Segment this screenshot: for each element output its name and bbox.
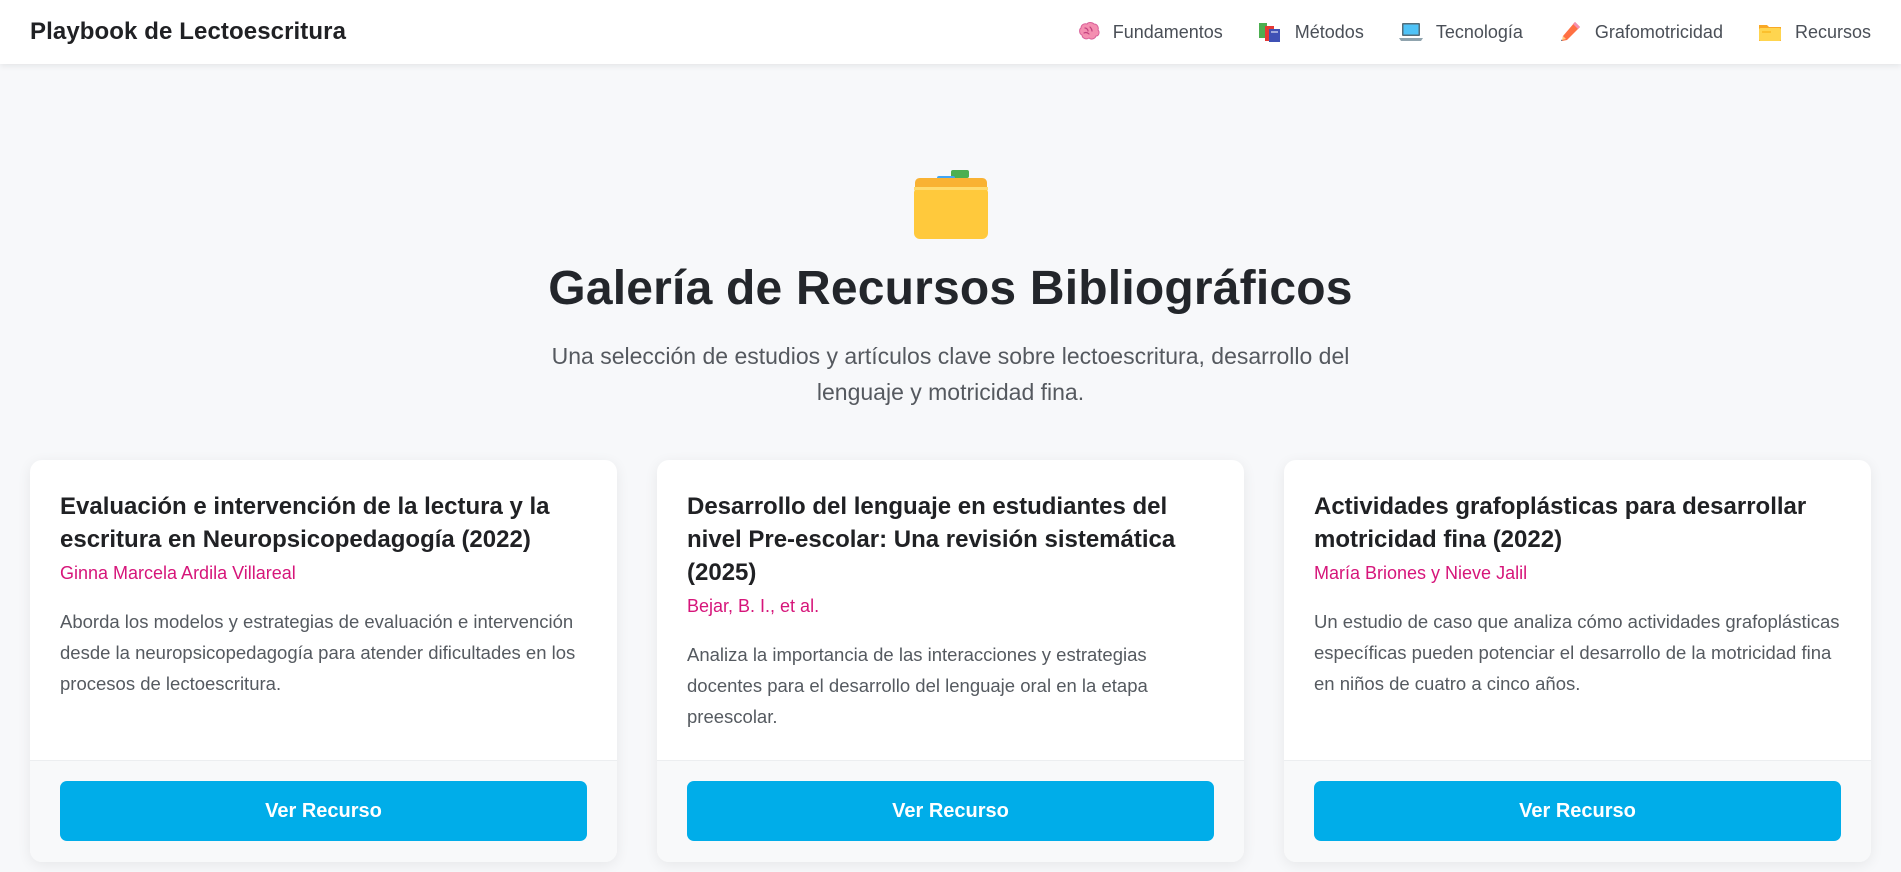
view-resource-button[interactable]: Ver Recurso xyxy=(1314,781,1841,841)
resource-card: Actividades grafoplásticas para desarrol… xyxy=(1284,460,1871,862)
card-footer: Ver Recurso xyxy=(30,760,617,862)
resource-gallery: Evaluación e intervención de la lectura … xyxy=(30,460,1871,862)
hero-section: Galería de Recursos Bibliográficos Una s… xyxy=(0,165,1901,410)
resource-card: Desarrollo del lenguaje en estudiantes d… xyxy=(657,460,1244,862)
card-description: Aborda los modelos y estrategias de eval… xyxy=(60,611,576,694)
nav-item-recursos[interactable]: Recursos xyxy=(1757,19,1871,45)
folder-icon xyxy=(1757,19,1783,45)
card-author: María Briones y Nieve Jalil xyxy=(1314,563,1528,583)
nav-label-fundamentos: Fundamentos xyxy=(1112,21,1223,42)
card-description: Un estudio de caso que analiza cómo acti… xyxy=(1314,611,1840,694)
main-nav: Fundamentos Métodos Tecnología Grafomotr… xyxy=(1075,19,1871,45)
card-title: Evaluación e intervención de la lectura … xyxy=(60,493,550,553)
card-author: Bejar, B. I., et al. xyxy=(687,596,820,616)
nav-item-fundamentos[interactable]: Fundamentos xyxy=(1075,19,1223,45)
card-author: Ginna Marcela Ardila Villareal xyxy=(60,563,296,583)
card-description: Analiza la importancia de las interaccio… xyxy=(687,644,1148,727)
card-footer: Ver Recurso xyxy=(1284,760,1871,862)
card-index-dividers-icon xyxy=(911,165,991,243)
page-subtitle: Una selección de estudios y artículos cl… xyxy=(551,343,1350,406)
card-footer: Ver Recurso xyxy=(657,760,1244,862)
nav-label-tecnologia: Tecnología xyxy=(1435,21,1523,42)
brand-title[interactable]: Playbook de Lectoescritura xyxy=(30,18,346,46)
nav-label-metodos: Métodos xyxy=(1294,21,1364,42)
books-icon xyxy=(1257,19,1283,45)
laptop-icon xyxy=(1398,19,1424,45)
card-body: Desarrollo del lenguaje en estudiantes d… xyxy=(657,460,1244,732)
card-body: Evaluación e intervención de la lectura … xyxy=(30,460,617,699)
card-title: Actividades grafoplásticas para desarrol… xyxy=(1314,493,1807,553)
brain-icon xyxy=(1075,19,1101,45)
nav-item-metodos[interactable]: Métodos xyxy=(1257,19,1364,45)
card-title: Desarrollo del lenguaje en estudiantes d… xyxy=(687,493,1176,586)
nav-item-grafomotricidad[interactable]: Grafomotricidad xyxy=(1557,19,1723,45)
view-resource-button[interactable]: Ver Recurso xyxy=(687,781,1214,841)
view-resource-button[interactable]: Ver Recurso xyxy=(60,781,587,841)
card-body: Actividades grafoplásticas para desarrol… xyxy=(1284,460,1871,699)
nav-label-recursos: Recursos xyxy=(1794,21,1871,42)
top-navbar: Playbook de Lectoescritura Fundamentos M xyxy=(0,0,1901,64)
nav-label-grafomotricidad: Grafomotricidad xyxy=(1594,21,1723,42)
nav-item-tecnologia[interactable]: Tecnología xyxy=(1398,19,1523,45)
page-title: Galería de Recursos Bibliográficos xyxy=(548,262,1353,315)
resource-card: Evaluación e intervención de la lectura … xyxy=(30,460,617,862)
pencil-icon xyxy=(1557,19,1583,45)
